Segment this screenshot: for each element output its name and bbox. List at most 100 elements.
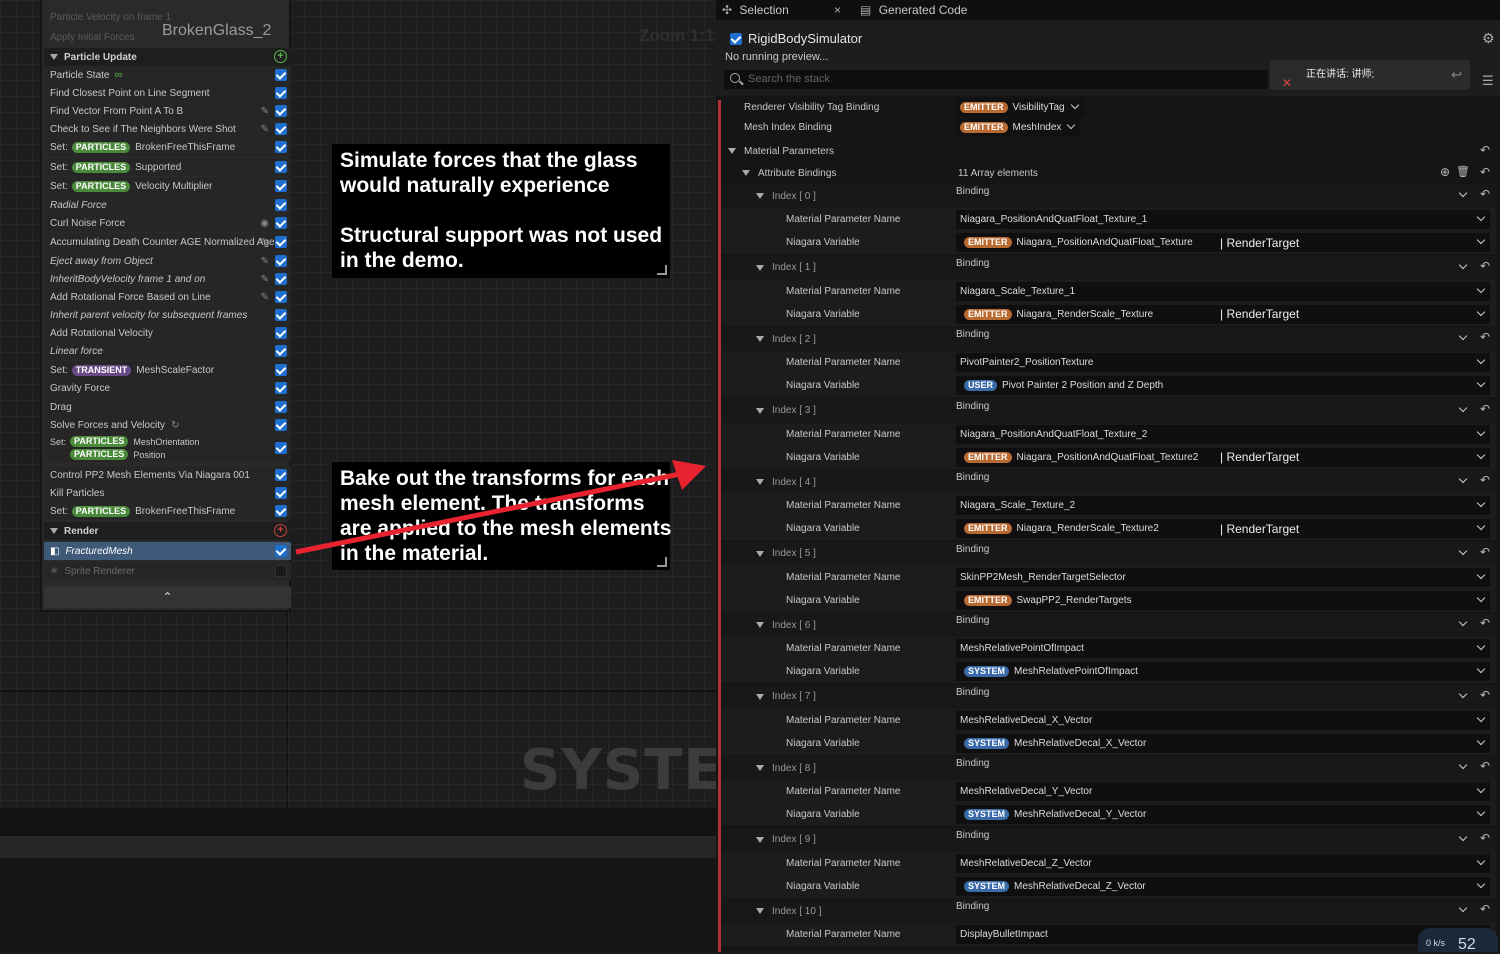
material-parameter-dropdown[interactable]: Niagara_Scale_Texture_1	[956, 281, 1490, 301]
enable-checkbox[interactable]	[275, 419, 287, 431]
array-index-row[interactable]: Index [ 2 ] Binding ↶	[722, 327, 1496, 351]
stack-module-row[interactable]: Gravity Force	[44, 379, 291, 397]
stack-module-row[interactable]: Control PP2 Mesh Elements Via Niagara 00…	[44, 466, 291, 484]
resize-grip-icon[interactable]	[657, 557, 667, 567]
reset-icon[interactable]: ↶	[1480, 902, 1490, 916]
stack-module-row[interactable]: Inherit parent velocity for subsequent f…	[44, 306, 291, 324]
stack-module-row[interactable]: Add Rotational Velocity	[44, 324, 291, 342]
reset-icon[interactable]: ↶	[1480, 688, 1490, 702]
chevron-down-icon[interactable]	[1458, 760, 1468, 770]
stack-section-render[interactable]: Render +	[44, 522, 291, 540]
visibility-icon[interactable]: ◉	[260, 218, 269, 229]
filter-icon[interactable]: ☰	[1482, 73, 1494, 89]
enable-checkbox[interactable]	[275, 161, 287, 173]
binding-dropdown[interactable]: EMITTER MeshIndex	[956, 118, 1082, 137]
array-index-row[interactable]: Index [ 6 ] Binding ↶	[722, 613, 1496, 637]
material-parameter-dropdown[interactable]: Niagara_Scale_Texture_2	[956, 496, 1490, 515]
material-parameter-dropdown[interactable]: Niagara_PositionAndQuatFloat_Texture_2	[956, 424, 1490, 444]
niagara-variable-dropdown[interactable]: SYSTEM MeshRelativeDecal_Z_Vector	[956, 876, 1490, 896]
binding-dropdown[interactable]: EMITTER VisibilityTag	[956, 98, 1085, 117]
add-module-icon[interactable]: +	[274, 50, 287, 63]
chevron-down-icon[interactable]	[756, 622, 764, 628]
niagara-graph-canvas[interactable]: Zoom 1:1 SYSTEM Particle Velocity on fra…	[0, 0, 716, 952]
enable-checkbox[interactable]	[275, 345, 287, 357]
array-index-row[interactable]: Index [ 9 ] Binding ↶	[722, 827, 1496, 852]
enable-checkbox[interactable]	[275, 180, 287, 192]
enable-checkbox[interactable]	[275, 141, 287, 153]
stack-section-particle-update[interactable]: Particle Update +	[44, 48, 291, 66]
enable-checkbox[interactable]	[275, 291, 287, 303]
niagara-variable-dropdown[interactable]: EMITTER Niagara_RenderScale_Texture | Rend…	[956, 304, 1490, 324]
niagara-variable-dropdown[interactable]: EMITTER Niagara_PositionAndQuatFloat_Text…	[956, 233, 1490, 252]
chevron-down-icon[interactable]	[1458, 832, 1468, 841]
chevron-down-icon[interactable]	[1458, 903, 1468, 913]
enable-checkbox[interactable]	[275, 469, 287, 481]
close-icon[interactable]: ×	[834, 0, 841, 20]
search-input[interactable]: Search the stack	[724, 70, 1268, 89]
back-icon[interactable]: ↩	[1451, 60, 1462, 90]
chevron-down-icon[interactable]	[756, 836, 764, 843]
reset-icon[interactable]: ↶	[1480, 330, 1490, 344]
stack-module-row[interactable]: Curl Noise Force ◉	[44, 214, 291, 232]
array-index-row[interactable]: Index [ 3 ] Binding ↶	[722, 398, 1496, 423]
edit-icon[interactable]: ✎	[261, 256, 269, 267]
niagara-variable-dropdown[interactable]: USER Pivot Painter 2 Position and Z Depth	[956, 376, 1490, 395]
stack-module-row[interactable]: Linear force	[44, 342, 291, 360]
enable-checkbox[interactable]	[275, 401, 287, 413]
stack-module-row[interactable]: Kill Particles	[44, 484, 291, 502]
chevron-down-icon[interactable]	[756, 336, 764, 342]
array-index-row[interactable]: Index [ 10 ] Binding ↶	[722, 899, 1496, 923]
material-parameter-dropdown[interactable]: DisplayBulletImpact	[956, 925, 1490, 944]
material-parameter-dropdown[interactable]: MeshRelativeDecal_X_Vector	[956, 710, 1490, 730]
enable-checkbox[interactable]	[275, 364, 287, 376]
stack-module-row[interactable]: Accumulating Death Counter AGE Normalize…	[44, 233, 291, 251]
reset-icon[interactable]: ↶	[1480, 831, 1490, 845]
material-parameter-dropdown[interactable]: MeshRelativeDecal_Y_Vector	[956, 782, 1490, 801]
enable-checkbox[interactable]	[275, 273, 287, 285]
stack-module-row[interactable]: Set: PARTICLES Supported	[44, 158, 291, 176]
comment-note[interactable]: Bake out the transforms for each mesh el…	[332, 462, 671, 570]
chevron-down-icon[interactable]	[756, 765, 764, 771]
tab-selection[interactable]: ✣ Selection ×	[722, 0, 852, 20]
enable-checkbox[interactable]	[275, 309, 287, 321]
array-index-row[interactable]: Index [ 1 ] Binding ↶	[722, 255, 1496, 280]
enable-checkbox[interactable]	[275, 442, 287, 454]
enable-checkbox[interactable]	[275, 87, 287, 99]
chevron-down-icon[interactable]	[756, 264, 764, 271]
stack-module-row[interactable]: Set: PARTICLES Velocity Multiplier	[44, 177, 291, 195]
enable-checkbox[interactable]	[730, 33, 742, 45]
stack-module-row[interactable]: ✳ Sprite Renderer	[44, 562, 291, 580]
chevron-down-icon[interactable]	[1458, 331, 1468, 341]
chevron-down-icon[interactable]	[756, 193, 764, 199]
stack-module-row[interactable]: Check to See if The Neighbors Were Shot ✎	[44, 120, 291, 138]
reset-icon[interactable]: ↶	[1480, 143, 1490, 157]
chevron-down-icon[interactable]	[1458, 546, 1468, 555]
reset-icon[interactable]: ↶	[1480, 759, 1490, 773]
chevron-down-icon[interactable]	[50, 54, 58, 60]
delete-icon[interactable]: 🗑	[1456, 165, 1470, 178]
array-index-row[interactable]: Index [ 0 ] Binding ↶	[722, 184, 1496, 208]
stack-module-row[interactable]: Particle State ∞	[44, 66, 291, 84]
chevron-down-icon[interactable]	[1458, 403, 1468, 412]
edit-icon[interactable]: ✎	[261, 124, 269, 135]
stack-module-row[interactable]: InheritBodyVelocity frame 1 and on ✎	[44, 270, 291, 288]
stack-module-row[interactable]: Set: TRANSIENT MeshScaleFactor	[44, 361, 291, 379]
material-parameter-dropdown[interactable]: Niagara_PositionAndQuatFloat_Texture_1	[956, 210, 1490, 229]
niagara-variable-dropdown[interactable]: EMITTER SwapPP2_RenderTargets	[956, 590, 1490, 610]
material-parameters-header[interactable]: Material Parameters ↶	[722, 140, 1496, 162]
array-index-row[interactable]: Index [ 4 ] Binding ↶	[722, 470, 1496, 494]
reset-icon[interactable]: ↶	[1480, 165, 1490, 179]
enable-checkbox[interactable]	[275, 236, 287, 248]
stack-module-row[interactable]: Set: PARTICLES BrokenFreeThisFrame	[44, 138, 291, 156]
material-parameter-dropdown[interactable]: SkinPP2Mesh_RenderTargetSelector	[956, 567, 1490, 587]
collapse-button[interactable]: ⌃	[44, 586, 291, 608]
chevron-down-icon[interactable]	[756, 908, 764, 914]
enable-checkbox[interactable]	[275, 105, 287, 117]
material-parameter-dropdown[interactable]: MeshRelativePointOfImpact	[956, 639, 1490, 658]
niagara-variable-dropdown[interactable]: SYSTEM MeshRelativePointOfImpact	[956, 662, 1490, 681]
stack-module-row[interactable]: Solve Forces and Velocity ↻	[44, 416, 291, 434]
chevron-down-icon[interactable]	[50, 528, 58, 534]
enable-checkbox[interactable]	[275, 505, 287, 517]
niagara-variable-dropdown[interactable]: EMITTER Niagara_RenderScale_Texture2 | Ren…	[956, 519, 1490, 538]
chevron-down-icon[interactable]	[728, 148, 736, 154]
